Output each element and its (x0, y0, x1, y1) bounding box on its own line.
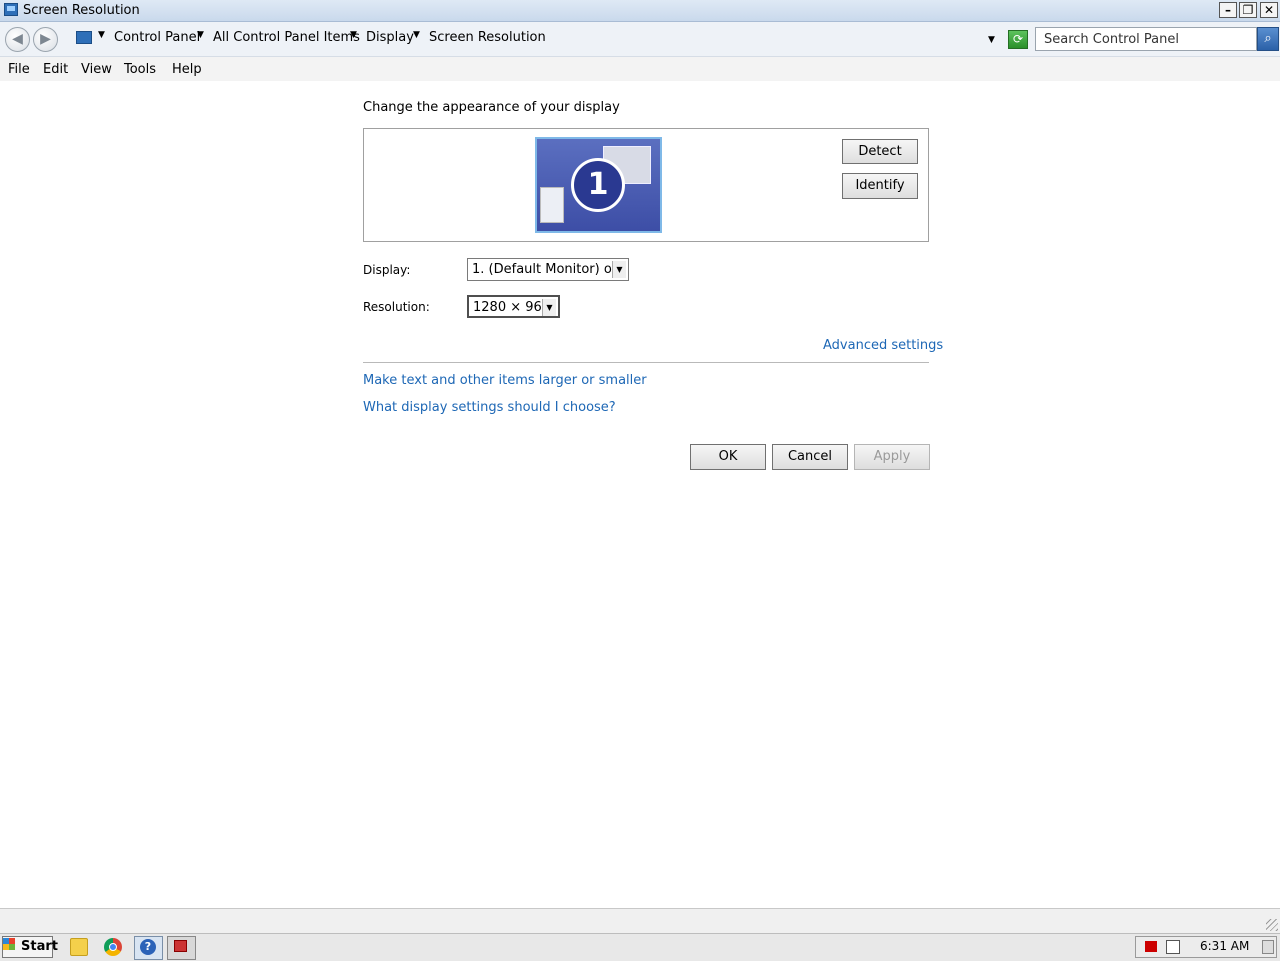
taskbar: Start ? 6:31 AM (0, 933, 1280, 961)
menu-edit[interactable]: Edit (43, 62, 68, 77)
advanced-settings-link[interactable]: Advanced settings (823, 338, 943, 353)
breadcrumb-arrow-icon[interactable]: ▼ (350, 30, 357, 40)
control-panel-icon (4, 3, 18, 16)
breadcrumb-arrow-icon[interactable]: ▼ (98, 30, 105, 40)
action-center-flag-icon[interactable] (1145, 941, 1157, 952)
control-panel-icon (76, 31, 92, 44)
divider (363, 362, 929, 363)
apply-button: Apply (854, 444, 930, 470)
clock[interactable]: 6:31 AM (1200, 939, 1249, 953)
display-select[interactable]: 1. (Default Monitor) on ▼ (467, 258, 629, 281)
display-select-value: 1. (Default Monitor) on (472, 262, 621, 277)
address-dropdown-icon[interactable]: ▼ (988, 35, 995, 45)
window-title: Screen Resolution (23, 3, 140, 18)
cancel-button[interactable]: Cancel (772, 444, 848, 470)
breadcrumb-screen-resolution[interactable]: Screen Resolution (429, 30, 546, 45)
menu-bar: File Edit View Tools Help (0, 57, 1280, 81)
chevron-down-icon[interactable]: ▼ (612, 261, 626, 278)
display-label: Display: (363, 263, 411, 277)
chevron-down-icon[interactable]: ▼ (542, 299, 556, 316)
show-desktop-icon[interactable] (1262, 940, 1274, 954)
breadcrumb-all-items[interactable]: All Control Panel Items (213, 30, 360, 45)
breadcrumb-display[interactable]: Display (366, 30, 414, 45)
network-icon[interactable] (1166, 940, 1180, 954)
folder-icon[interactable] (70, 938, 88, 956)
help-icon: ? (140, 939, 156, 955)
restore-button[interactable]: ❐ (1239, 2, 1257, 18)
back-button[interactable]: ◀ (5, 27, 30, 52)
monitor-number-badge: 1 (571, 158, 625, 212)
page-heading: Change the appearance of your display (363, 100, 620, 115)
display-help-link[interactable]: What display settings should I choose? (363, 400, 616, 415)
status-bar (0, 908, 1280, 934)
menu-view[interactable]: View (81, 62, 112, 77)
detect-button[interactable]: Detect (842, 139, 918, 164)
search-icon[interactable]: ⌕ (1257, 27, 1279, 51)
menu-file[interactable]: File (8, 62, 30, 77)
search-input[interactable]: Search Control Panel (1035, 27, 1257, 51)
chrome-icon[interactable] (104, 938, 122, 956)
title-bar: Screen Resolution – ❐ ✕ (0, 0, 1280, 22)
resolution-label: Resolution: (363, 300, 430, 314)
ok-button[interactable]: OK (690, 444, 766, 470)
menu-tools[interactable]: Tools (124, 62, 156, 77)
menu-help[interactable]: Help (172, 62, 202, 77)
address-bar: ◀ ▶ ▼ Control Panel ▼ All Control Panel … (0, 22, 1280, 57)
forward-button[interactable]: ▶ (33, 27, 58, 52)
breadcrumb-arrow-icon[interactable]: ▼ (413, 30, 420, 40)
text-size-link[interactable]: Make text and other items larger or smal… (363, 373, 647, 388)
resolution-select-value: 1280 × 960 (473, 300, 551, 315)
app-icon (174, 940, 187, 952)
identify-button[interactable]: Identify (842, 173, 918, 199)
minimize-button[interactable]: – (1219, 2, 1237, 18)
monitor-window-icon (540, 187, 564, 223)
resize-grip-icon[interactable] (1266, 919, 1278, 931)
breadcrumb-arrow-icon[interactable]: ▼ (197, 30, 204, 40)
close-button[interactable]: ✕ (1260, 2, 1278, 18)
refresh-button[interactable]: ⟳ (1008, 30, 1028, 49)
breadcrumb-control-panel[interactable]: Control Panel (114, 30, 200, 45)
windows-logo-icon (3, 938, 15, 950)
resolution-select[interactable]: 1280 × 960 ▼ (467, 295, 560, 318)
